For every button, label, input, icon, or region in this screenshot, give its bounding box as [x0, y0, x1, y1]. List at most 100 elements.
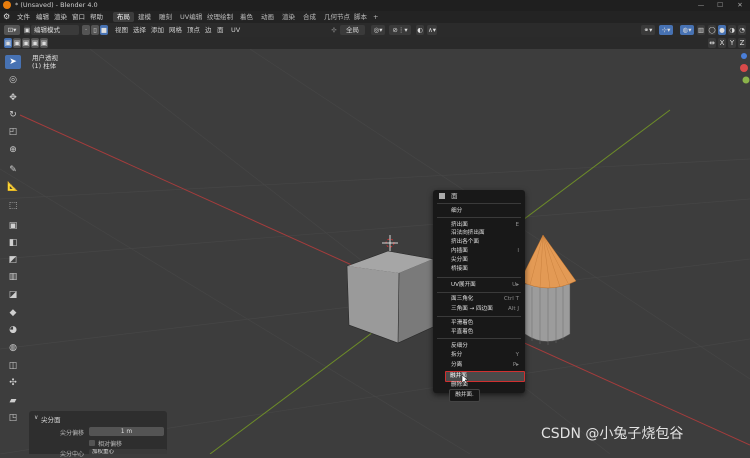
menu-item-separate[interactable]: 分离 P▸ [451, 361, 521, 369]
measure-tool-icon[interactable]: 📐 [5, 180, 21, 194]
menu-view[interactable]: 视图 [115, 23, 128, 37]
edge-slide-tool-icon[interactable]: ◫ [5, 359, 21, 373]
menu-item-inset-faces[interactable]: 内插面 I [451, 247, 521, 255]
3d-viewport[interactable] [0, 49, 750, 454]
xray-toggle[interactable]: ▥ [697, 25, 705, 35]
menu-vertex[interactable]: 顶点 [187, 23, 200, 37]
editor-type-icon[interactable]: ⊡▾ [4, 25, 20, 35]
menu-item-tris-to-quads[interactable]: 三角面 → 四边面 Alt J [451, 305, 521, 313]
menu-item-extrude-along-normals[interactable]: 沿法向挤出面 [451, 229, 521, 237]
scale-tool-icon[interactable]: ◰ [5, 125, 21, 139]
maximize-button[interactable]: ☐ [711, 0, 729, 11]
menu-item-uv-unwrap[interactable]: UV展开面 U▸ [451, 281, 521, 289]
mode-dropdown[interactable]: 编辑模式 [31, 25, 79, 35]
add-cube-tool-icon[interactable]: ⬚ [5, 199, 21, 213]
select-new-icon[interactable]: ▣ [4, 38, 12, 48]
menu-select[interactable]: 选择 [133, 23, 146, 37]
minimize-button[interactable]: — [692, 0, 710, 11]
overlay-toggle[interactable]: ◍▾ [680, 25, 694, 35]
pivot-dropdown[interactable]: ◎▾ [371, 25, 385, 35]
menu-item-un-subdivide[interactable]: 反细分 [451, 342, 521, 350]
axis-x-toggle[interactable]: X [718, 38, 726, 48]
tab-scripting[interactable]: 脚本 [350, 12, 371, 22]
close-button[interactable]: ✕ [731, 0, 749, 11]
menu-item-poke-faces[interactable]: 尖分面 [451, 256, 521, 264]
menu-render[interactable]: 渲染 [54, 11, 67, 23]
select-intersect-icon[interactable]: ▣ [40, 38, 48, 48]
poke-offset-field[interactable]: 1 m [89, 427, 164, 436]
collapse-icon[interactable]: ∨ [34, 414, 38, 421]
select-extend-icon[interactable]: ▣ [13, 38, 21, 48]
menu-mesh[interactable]: 网格 [169, 23, 182, 37]
axis-y-toggle[interactable]: Y [728, 38, 736, 48]
menu-item-extrude-faces[interactable]: 挤出面 E [451, 221, 521, 229]
menu-item-extrude-individual[interactable]: 挤出各个面 [451, 238, 521, 246]
shading-solid-icon[interactable]: ● [718, 25, 726, 35]
visibility-dropdown[interactable]: ⚭▾ [641, 25, 655, 35]
menu-uv[interactable]: UV [231, 23, 240, 37]
tab-layout[interactable]: 布局 [113, 12, 134, 22]
smooth-tool-icon[interactable]: ◍ [5, 341, 21, 355]
spin-tool-icon[interactable]: ◕ [5, 323, 21, 337]
menu-item-shade-smooth[interactable]: 平滑着色 [451, 319, 521, 327]
rotate-tool-icon[interactable]: ↻ [5, 108, 21, 122]
menu-item-bridge-faces[interactable]: 桥接面 [451, 265, 521, 273]
select-invert-icon[interactable]: ▣ [31, 38, 39, 48]
navigation-gizmo[interactable] [704, 52, 750, 122]
inset-tool-icon[interactable]: ◧ [5, 236, 21, 250]
shading-wireframe-icon[interactable]: ◯ [708, 25, 716, 35]
add-workspace-button[interactable]: + [369, 12, 382, 22]
tab-sculpting[interactable]: 雕刻 [155, 12, 176, 22]
tab-animation[interactable]: 动画 [257, 12, 278, 22]
tab-modeling[interactable]: 建模 [134, 12, 155, 22]
blender-menu-icon[interactable]: ⚙ [3, 13, 11, 21]
tab-geometry-nodes[interactable]: 几何节点 [320, 12, 354, 22]
tab-shading[interactable]: 着色 [236, 12, 257, 22]
menu-item-split[interactable]: 拆分 Y [451, 351, 521, 359]
loop-cut-tool-icon[interactable]: ▥ [5, 270, 21, 284]
tab-uv-editing[interactable]: UV编辑 [176, 12, 206, 22]
tab-texture-paint[interactable]: 纹理绘制 [203, 12, 237, 22]
extrude-tool-icon[interactable]: ▣ [5, 219, 21, 233]
transform-tool-icon[interactable]: ⊕ [5, 143, 21, 157]
menu-item-shade-flat[interactable]: 平直着色 [451, 328, 521, 336]
shear-tool-icon[interactable]: ▰ [5, 394, 21, 408]
shading-material-icon[interactable]: ◑ [728, 25, 736, 35]
proportional-edit-icon[interactable]: ◐ [416, 25, 424, 35]
poly-build-tool-icon[interactable]: ◆ [5, 306, 21, 320]
annotate-tool-icon[interactable]: ✎ [5, 163, 21, 177]
select-vertex-icon[interactable]: · [82, 25, 90, 35]
3d-cursor [382, 235, 398, 251]
rip-tool-icon[interactable]: ◳ [5, 411, 21, 425]
top-menu-bar: ⚙ 文件 编辑 渲染 窗口 帮助 布局 建模 雕刻 UV编辑 纹理绘制 着色 动… [0, 11, 750, 23]
relative-offset-checkbox[interactable] [89, 440, 95, 446]
gizmo-toggle[interactable]: ⊹▾ [659, 25, 673, 35]
menu-file[interactable]: 文件 [17, 11, 30, 23]
tab-rendering[interactable]: 渲染 [278, 12, 299, 22]
shrink-fatten-tool-icon[interactable]: ✣ [5, 376, 21, 390]
menu-window[interactable]: 窗口 [72, 11, 85, 23]
orientation-dropdown[interactable]: 全局 [340, 25, 365, 35]
knife-tool-icon[interactable]: ◪ [5, 288, 21, 302]
menu-edge[interactable]: 边 [205, 23, 212, 37]
menu-edit[interactable]: 编辑 [36, 11, 49, 23]
menu-add[interactable]: 添加 [151, 23, 164, 37]
menu-item-triangulate[interactable]: 面三角化 Ctrl T [451, 295, 521, 303]
move-tool-icon[interactable]: ✥ [5, 91, 21, 105]
menu-face[interactable]: 面 [217, 23, 224, 37]
poke-center-dropdown[interactable]: 加权重心 [89, 449, 167, 454]
falloff-dropdown[interactable]: ∧▾ [427, 25, 437, 35]
bevel-tool-icon[interactable]: ◩ [5, 253, 21, 267]
menu-help[interactable]: 帮助 [90, 11, 103, 23]
tab-compositing[interactable]: 合成 [299, 12, 320, 22]
select-box-tool-icon[interactable]: ➤ [5, 55, 21, 69]
axis-z-toggle[interactable]: Z [738, 38, 746, 48]
select-edge-icon[interactable]: ▯ [91, 25, 99, 35]
gizmo-x-icon [740, 64, 748, 72]
select-subtract-icon[interactable]: ▣ [22, 38, 30, 48]
select-face-icon[interactable]: ■ [100, 25, 108, 35]
menu-item-subdivide[interactable]: 细分 [451, 207, 521, 215]
snap-dropdown[interactable]: ⊘⋮▾ [389, 25, 411, 35]
cursor-tool-icon[interactable]: ◎ [5, 73, 21, 87]
shading-rendered-icon[interactable]: ◔ [738, 25, 746, 35]
